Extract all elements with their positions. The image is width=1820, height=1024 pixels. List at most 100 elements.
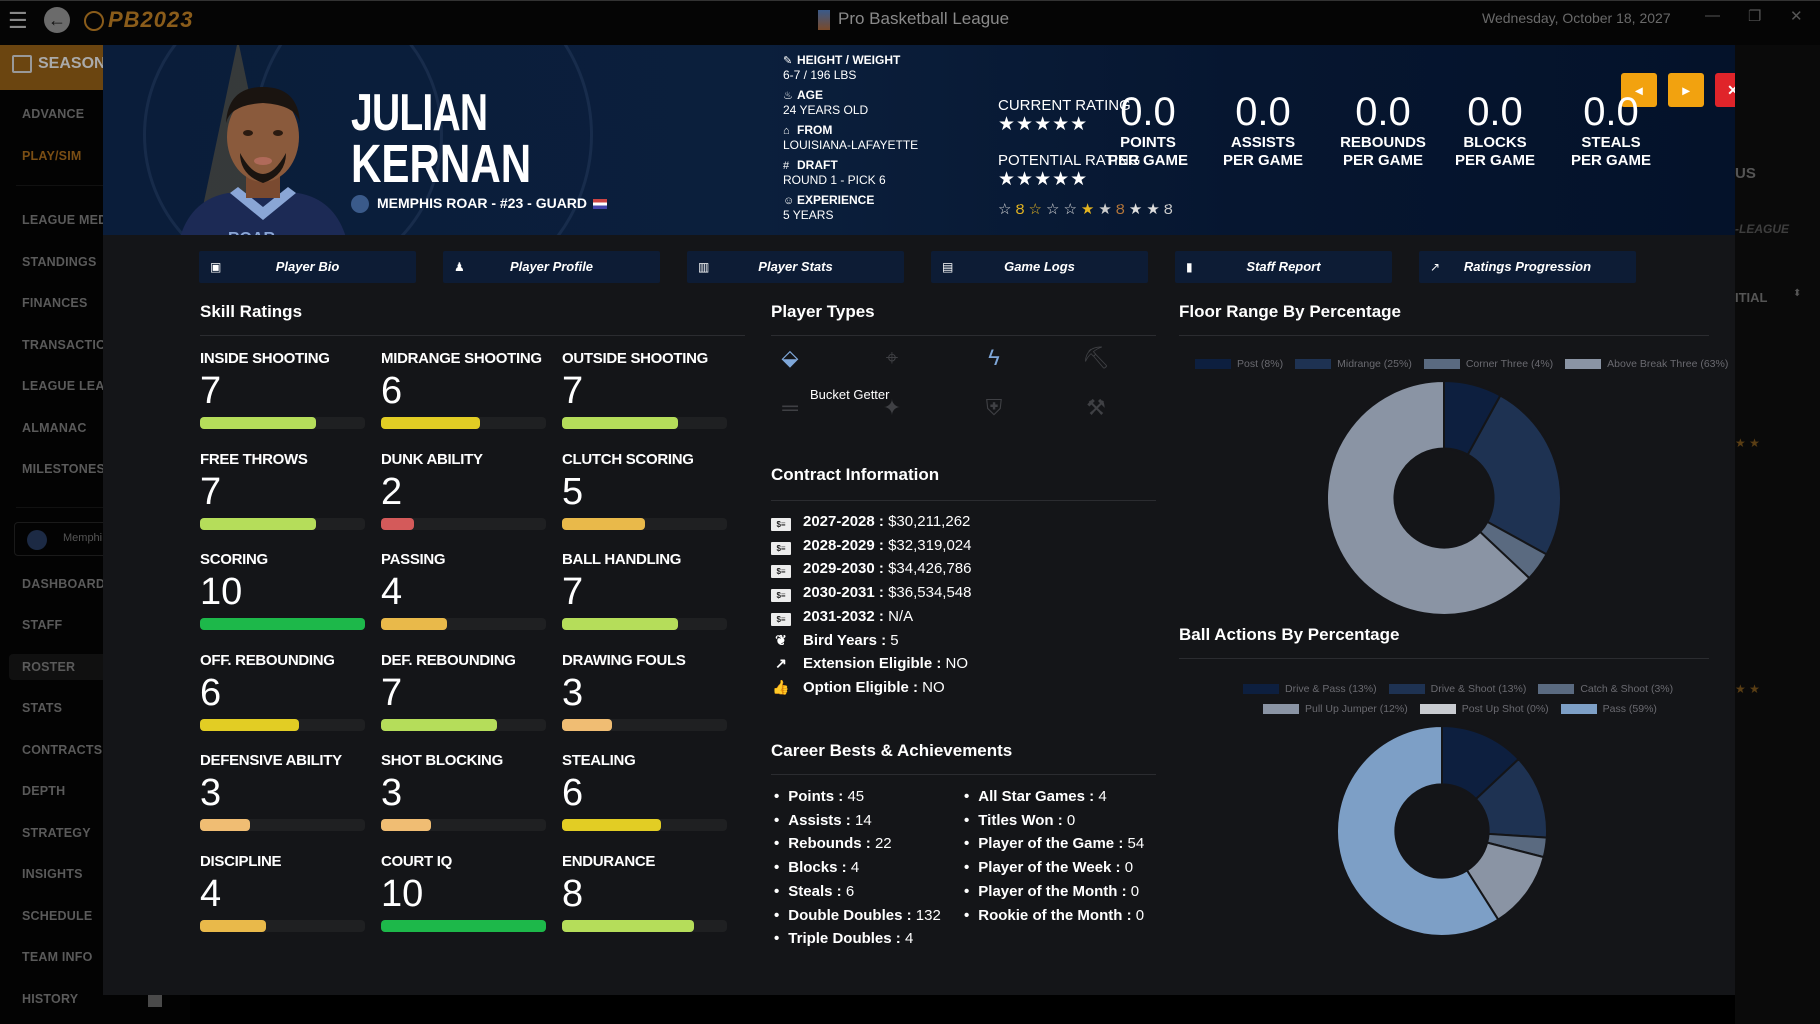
sidebar-item-history[interactable]: HISTORY bbox=[22, 992, 78, 1006]
contract-row: $≡ 2030-2031 : $36,534,548 bbox=[771, 584, 972, 603]
ball-actions-title: Ball Actions By Percentage bbox=[1179, 625, 1400, 644]
skill-name: STEALING bbox=[562, 752, 636, 769]
close-modal-button[interactable]: ✕ bbox=[1715, 73, 1735, 107]
skill-bar bbox=[381, 618, 546, 630]
broom-icon[interactable]: ⚒ bbox=[1079, 395, 1113, 421]
current-date: Wednesday, October 18, 2027 bbox=[1482, 10, 1671, 26]
legend-item[interactable]: Post (8%) bbox=[1195, 358, 1283, 370]
skill-inside-shooting: INSIDE SHOOTING 7 bbox=[200, 350, 365, 429]
career-sep: : bbox=[891, 930, 905, 948]
legend-item[interactable]: Drive & Pass (13%) bbox=[1243, 683, 1377, 695]
minimize-button[interactable]: — bbox=[1705, 7, 1720, 24]
tab-game-logs[interactable]: ▤ Game Logs bbox=[931, 251, 1148, 283]
skill-value: 8 bbox=[562, 872, 584, 915]
contract-value: N/A bbox=[888, 607, 914, 625]
sidebar-item-schedule[interactable]: SCHEDULE bbox=[22, 909, 92, 923]
tab-player-bio[interactable]: ▣ Player Bio bbox=[199, 251, 416, 283]
sidebar-item-play-sim[interactable]: PLAY/SIM bbox=[22, 149, 82, 163]
career-sep: : bbox=[837, 859, 851, 877]
section-divider bbox=[200, 335, 745, 336]
next-player-button[interactable]: ▸ bbox=[1668, 73, 1704, 107]
legend-label: Drive & Shoot (13%) bbox=[1430, 683, 1527, 695]
tab-player-stats[interactable]: ▥ Player Stats bbox=[687, 251, 904, 283]
window-close-button[interactable]: ✕ bbox=[1790, 7, 1803, 25]
feather-icon: ❦ bbox=[775, 631, 787, 648]
sidebar-item-insights[interactable]: INSIGHTS bbox=[22, 867, 83, 881]
sidebar-item-stats[interactable]: STATS bbox=[22, 701, 62, 715]
sidebar-item-milestones[interactable]: MILESTONES bbox=[22, 462, 105, 476]
back-arrow-icon[interactable]: ← bbox=[44, 7, 70, 33]
cake-icon: ♨ bbox=[783, 90, 793, 102]
shield-icon[interactable]: ⛨ bbox=[977, 395, 1011, 421]
career-sep: : bbox=[834, 788, 848, 805]
stat-label: PER GAME bbox=[1222, 152, 1303, 169]
career-item: Player of the Month : 0 bbox=[964, 883, 1139, 900]
skill-defensive-ability: DEFENSIVE ABILITY 3 bbox=[200, 752, 365, 831]
skill-value: 2 bbox=[381, 470, 403, 513]
sidebar-item-staff[interactable]: STAFF bbox=[22, 618, 62, 632]
info-value: 6-7 / 196 LBS bbox=[783, 68, 857, 82]
sidebar-item-dashboard[interactable]: DASHBOARD bbox=[22, 577, 105, 591]
tab-staff-report[interactable]: ▮ Staff Report bbox=[1175, 251, 1392, 283]
sidebar-item-league-media[interactable]: LEAGUE MED bbox=[22, 213, 107, 227]
career-label: Steals bbox=[788, 882, 833, 900]
hamburger-menu-icon[interactable]: ☰ bbox=[8, 9, 36, 33]
window-title-text: Pro Basketball League bbox=[838, 9, 1010, 28]
section-divider bbox=[771, 335, 1156, 336]
user-clock-icon: ☺ bbox=[783, 195, 795, 207]
player-types-title: Player Types bbox=[771, 302, 875, 321]
sidebar-item-almanac[interactable]: ALMANAC bbox=[22, 421, 87, 435]
sidebar-item-depth[interactable]: DEPTH bbox=[22, 784, 65, 798]
skill-bar-fill bbox=[200, 718, 299, 731]
skill-bar-fill bbox=[381, 417, 480, 429]
legend-swatch bbox=[1565, 359, 1602, 370]
tab-ratings-progression[interactable]: ↗ Ratings Progression bbox=[1419, 251, 1636, 283]
bolt-icon[interactable]: ϟ bbox=[977, 345, 1011, 371]
sidebar-item-transactions[interactable]: TRANSACTIO bbox=[22, 338, 106, 352]
career-label: Rookie of the Month bbox=[978, 906, 1123, 924]
external-link-icon: ↗ bbox=[775, 655, 787, 672]
restore-button[interactable]: ❐ bbox=[1748, 7, 1761, 25]
legend-item[interactable]: Above Break Three (63%) bbox=[1565, 358, 1728, 370]
legend-item[interactable]: Pull Up Jumper (12%) bbox=[1263, 703, 1408, 715]
paint-roller-icon[interactable]: ⛏ bbox=[1079, 345, 1113, 371]
skill-bar bbox=[200, 919, 365, 932]
tab-label: Game Logs bbox=[1004, 259, 1075, 274]
legend-swatch bbox=[1538, 684, 1575, 695]
legend-item[interactable]: Pass (59%) bbox=[1560, 703, 1657, 715]
sidebar-item-standings[interactable]: STANDINGS bbox=[22, 255, 97, 269]
sidebar-item-contracts[interactable]: CONTRACTS bbox=[22, 743, 102, 757]
window-title: Pro Basketball League bbox=[818, 9, 1009, 30]
crosshair-icon[interactable]: ⌖ bbox=[875, 345, 909, 371]
legend-item[interactable]: Catch & Shoot (3%) bbox=[1538, 683, 1673, 695]
chart-legend-row: Pull Up Jumper (12%) Post Up Shot (0%) Pas… bbox=[1263, 703, 1669, 715]
tab-player-profile[interactable]: ♟ Player Profile bbox=[443, 251, 660, 283]
contract-sep: : bbox=[908, 678, 923, 696]
career-item: All Star Games : 4 bbox=[964, 788, 1106, 805]
legend-item[interactable]: Post Up Shot (0%) bbox=[1419, 703, 1549, 715]
legend-item[interactable]: Midrange (25%) bbox=[1295, 358, 1412, 370]
legend-item[interactable]: Drive & Shoot (13%) bbox=[1388, 683, 1527, 695]
legend-item[interactable]: Corner Three (4%) bbox=[1423, 358, 1553, 370]
sidebar-item-league-leaders[interactable]: LEAGUE LEAD bbox=[22, 379, 114, 393]
star-icon: ★ bbox=[1080, 201, 1099, 218]
sidebar-item-finances[interactable]: FINANCES bbox=[22, 296, 88, 310]
sidebar-item-advance[interactable]: ADVANCE bbox=[22, 107, 84, 121]
legend-swatch bbox=[1560, 704, 1597, 715]
sidebar-item-team-info[interactable]: TEAM INFO bbox=[22, 950, 93, 964]
skill-value: 4 bbox=[381, 571, 403, 613]
ball-actions-donut-chart bbox=[1336, 725, 1548, 937]
info-label: HEIGHT / WEIGHT bbox=[797, 53, 901, 67]
skill-value: 7 bbox=[562, 571, 584, 613]
skill-bar bbox=[562, 417, 727, 429]
money-check-icon: $≡ bbox=[771, 541, 791, 555]
contract-label: 2030-2031 bbox=[803, 584, 875, 602]
equals-icon[interactable]: ═ bbox=[773, 395, 807, 421]
career-label: Player of the Week bbox=[978, 859, 1112, 877]
star-icon: ★ bbox=[1098, 201, 1116, 218]
sidebar-item-strategy[interactable]: STRATEGY bbox=[22, 826, 91, 840]
skill-name: SHOT BLOCKING bbox=[381, 752, 503, 769]
bucket-icon[interactable]: ⬙ bbox=[773, 345, 807, 371]
section-divider bbox=[1179, 335, 1709, 336]
background-heading: US bbox=[1735, 165, 1756, 182]
